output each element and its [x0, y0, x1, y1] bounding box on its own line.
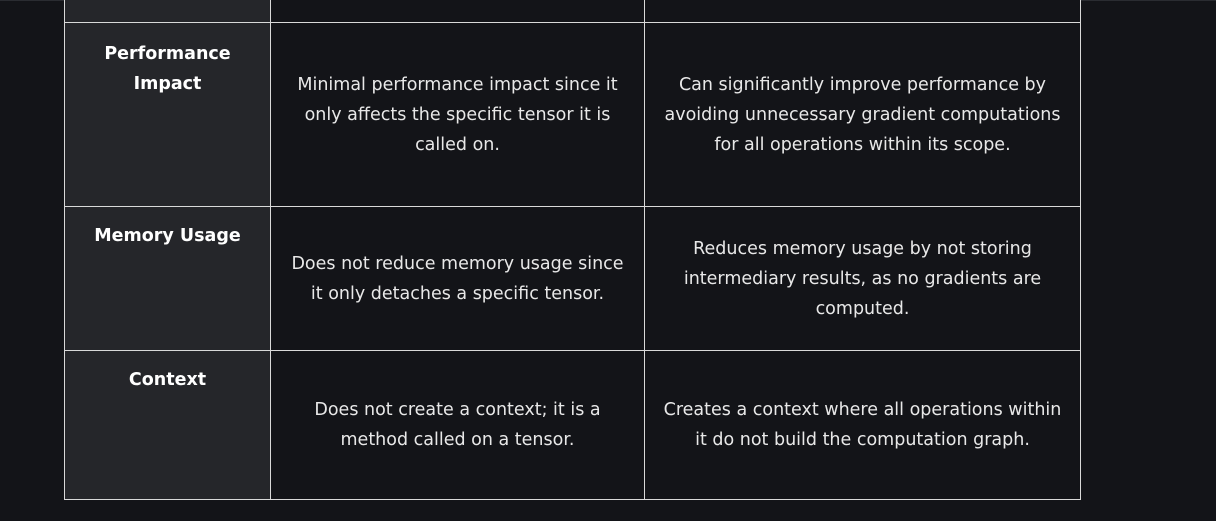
table-row: Memory Usage Does not reduce memory usag… — [64, 206, 1081, 351]
detach-cell-context: Does not create a context; it is a metho… — [270, 350, 645, 500]
detach-cell-memory-usage: Does not reduce memory usage since it on… — [270, 206, 645, 351]
no-grad-cell-context: Creates a context where all operations w… — [644, 350, 1081, 500]
row-header-memory-usage: Memory Usage — [64, 206, 271, 351]
row-header-context: Context — [64, 350, 271, 500]
no-grad-cell-performance-impact: Can significantly improve performance by… — [644, 22, 1081, 207]
table-cell — [270, 0, 645, 23]
comparison-table: Performance Impact Minimal performance i… — [64, 0, 1081, 500]
table-row: Performance Impact Minimal performance i… — [64, 22, 1081, 207]
comparison-table-container: Performance Impact Minimal performance i… — [64, 0, 1081, 500]
table-cell — [644, 0, 1081, 23]
table-cell — [64, 0, 271, 23]
no-grad-cell-memory-usage: Reduces memory usage by not storing inte… — [644, 206, 1081, 351]
table-row: Context Does not create a context; it is… — [64, 350, 1081, 500]
detach-cell-performance-impact: Minimal performance impact since it only… — [270, 22, 645, 207]
row-header-performance-impact: Performance Impact — [64, 22, 271, 207]
table-row-previous-partial — [64, 0, 1081, 23]
